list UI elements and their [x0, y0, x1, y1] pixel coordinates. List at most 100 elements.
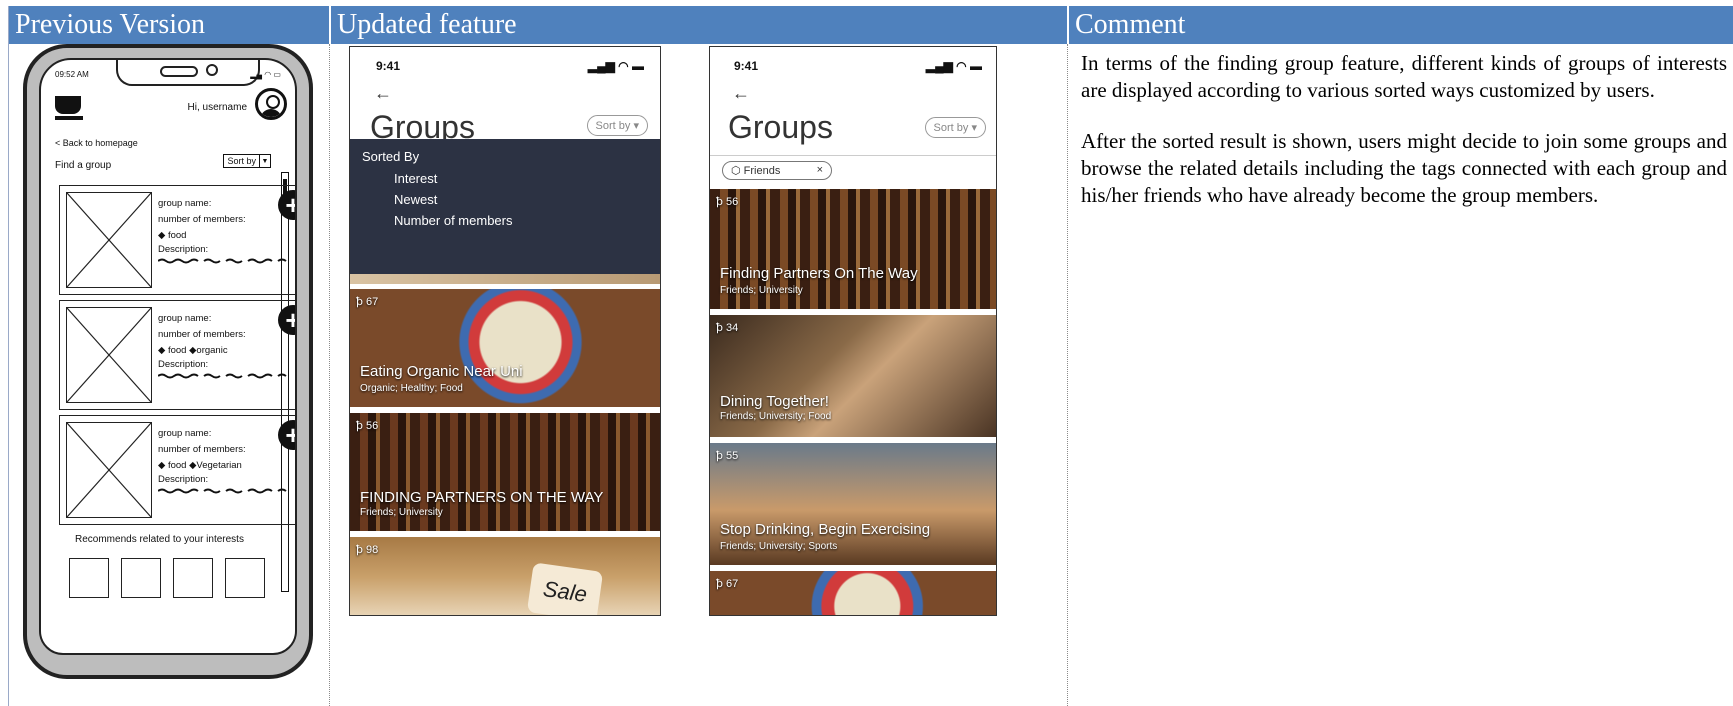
- group-card[interactable]: ꝥ 98 Sale: [350, 537, 660, 615]
- status-time: 9:41: [734, 59, 759, 73]
- dropdown-title: Sorted By: [362, 149, 420, 164]
- member-count: ꝥ 56: [716, 196, 739, 208]
- back-arrow-icon[interactable]: ←: [374, 83, 392, 104]
- tag-icon: ◆: [158, 230, 166, 241]
- sort-dropdown-menu: Sorted By Interest Newest Number of memb…: [350, 139, 660, 274]
- group-card[interactable]: + group name: number of members: ◆ food …: [59, 415, 295, 525]
- recommendation-thumbnail[interactable]: [225, 558, 265, 598]
- status-time: 9:41: [376, 59, 401, 73]
- description-label: Description:: [158, 359, 209, 370]
- member-count-label: number of members:: [158, 329, 246, 340]
- recommendation-thumbnail[interactable]: [173, 558, 213, 598]
- sort-option-members[interactable]: Number of members: [394, 213, 512, 228]
- column-divider: [1067, 44, 1068, 706]
- group-card[interactable]: ꝥ 56 Finding Partners On The Way Friends…: [710, 189, 996, 309]
- group-card[interactable]: ꝥ 55 Stop Drinking, Begin Exercising Fri…: [710, 443, 996, 565]
- group-card[interactable]: + group name: number of members: ◆ food …: [59, 300, 295, 410]
- group-tags: Friends; University; Food: [720, 411, 832, 422]
- tag-label: food: [167, 230, 187, 241]
- member-count: ꝥ 67: [716, 578, 739, 590]
- signal-wifi-battery-icon: ▂▄▆ ◠ ▬: [925, 59, 982, 73]
- avatar-icon[interactable]: [255, 88, 287, 120]
- tag-label: food: [167, 345, 187, 356]
- recommendation-thumbnail[interactable]: [69, 558, 109, 598]
- member-count-value: 67: [726, 578, 739, 590]
- scribble-text: [158, 488, 287, 494]
- member-count-value: 34: [726, 322, 739, 334]
- group-card[interactable]: ꝥ 67: [710, 571, 996, 615]
- sort-by-label: Sort by: [595, 120, 631, 132]
- column-divider: [329, 44, 330, 706]
- member-count-value: 56: [726, 196, 739, 208]
- chevron-down-icon: ▾: [971, 122, 977, 134]
- member-count: ꝥ 55: [716, 450, 739, 462]
- sort-by-select[interactable]: Sort by ▼: [223, 154, 271, 168]
- chevron-down-icon: ▾: [633, 120, 639, 132]
- image-placeholder-icon: [66, 307, 152, 403]
- add-group-button[interactable]: +: [278, 190, 295, 220]
- comment-cell: In terms of the finding group feature, d…: [1081, 50, 1727, 706]
- page-title: Groups: [728, 109, 833, 145]
- group-title: Dining Together!: [720, 393, 829, 410]
- tag-label: Vegetarian: [196, 460, 242, 471]
- sort-option-interest[interactable]: Interest: [394, 171, 437, 186]
- group-card[interactable]: ꝥ 67 Eating Organic Near Uni Organic; He…: [350, 289, 660, 407]
- signal-wifi-battery-icon: ▂▄ ◠ ▭: [250, 70, 281, 79]
- group-card[interactable]: ꝥ 56 FINDING PARTNERS ON THE WAY Friends…: [350, 413, 660, 531]
- header-comment: Comment: [1069, 6, 1733, 44]
- header-updated-feature: Updated feature: [331, 6, 1067, 44]
- group-title: Eating Organic Near Uni: [360, 363, 523, 380]
- member-count: ꝥ 98: [356, 544, 379, 556]
- add-group-button[interactable]: +: [278, 305, 295, 335]
- back-to-homepage-link[interactable]: < Back to homepage: [55, 138, 138, 148]
- comparison-table: Previous Version Updated feature Comment…: [8, 6, 1733, 706]
- scribble-text: [158, 258, 287, 264]
- recommendations-label: Recommends related to your interests: [75, 534, 244, 545]
- scribble-text: [158, 373, 287, 379]
- member-count: ꝥ 67: [356, 296, 379, 308]
- recommendation-thumbnail[interactable]: [121, 558, 161, 598]
- filter-chip-label: Friends: [743, 165, 781, 177]
- tag-icon: ◆: [158, 345, 166, 356]
- member-count-label: number of members:: [158, 444, 246, 455]
- group-title: FINDING PARTNERS ON THE WAY: [360, 489, 604, 506]
- image-placeholder-icon: [66, 422, 152, 518]
- comment-paragraph-1: In terms of the finding group feature, d…: [1081, 51, 1727, 102]
- tag-list: ◆ food ◆organic: [158, 345, 228, 356]
- group-name-label: group name:: [158, 428, 212, 439]
- tag-icon: ⬡: [731, 165, 741, 177]
- back-arrow-icon[interactable]: ←: [732, 83, 750, 104]
- group-name-label: group name:: [158, 198, 212, 209]
- description-label: Description:: [158, 474, 209, 485]
- close-icon[interactable]: ×: [817, 164, 823, 176]
- divider: [710, 155, 996, 156]
- sort-by-button[interactable]: Sort by ▾: [586, 115, 648, 136]
- sort-by-label: Sort by: [933, 122, 969, 134]
- add-group-button[interactable]: +: [278, 420, 295, 450]
- wireframe-screen: 09:52 AM ▂▄ ◠ ▭ Hi, username < Back to h…: [39, 58, 297, 655]
- sort-option-newest[interactable]: Newest: [394, 192, 437, 207]
- greeting-text: Hi, username: [187, 102, 247, 113]
- mockup-sorted-by-menu: 9:41 ▂▄▆ ◠ ▬ ← Groups Sort by ▾ Sorted B…: [349, 46, 661, 616]
- mockup-filtered-groups: 9:41 ▂▄▆ ◠ ▬ ← Groups Sort by ▾ ⬡ Friend…: [709, 46, 997, 616]
- group-title: Stop Drinking, Begin Exercising: [720, 521, 931, 538]
- group-title: Finding Partners On The Way: [720, 265, 918, 282]
- filter-chip-friends[interactable]: ⬡ Friends ×: [722, 161, 832, 180]
- member-count-value: 67: [366, 296, 379, 308]
- group-tags: Friends; University: [360, 507, 443, 518]
- partial-card: [350, 274, 660, 284]
- group-card[interactable]: ꝥ 34 Dining Together! Friends; Universit…: [710, 315, 996, 437]
- tag-label: food: [167, 460, 187, 471]
- group-card[interactable]: + group name: number of members: ◆ food …: [59, 185, 295, 295]
- tag-icon: ◆: [158, 460, 166, 471]
- member-count-value: 56: [366, 420, 379, 432]
- wireframe-phone: 09:52 AM ▂▄ ◠ ▭ Hi, username < Back to h…: [23, 44, 313, 679]
- group-tags: Friends; University: [720, 285, 803, 296]
- updated-feature-cell: 9:41 ▂▄▆ ◠ ▬ ← Groups Sort by ▾ Sorted B…: [331, 44, 1067, 706]
- member-count: ꝥ 56: [356, 420, 379, 432]
- coffee-saucer-icon: [55, 116, 83, 120]
- tag-label: organic: [196, 345, 228, 356]
- group-name-label: group name:: [158, 313, 212, 324]
- sort-by-button[interactable]: Sort by ▾: [924, 117, 986, 138]
- previous-version-cell: 09:52 AM ▂▄ ◠ ▭ Hi, username < Back to h…: [9, 44, 329, 706]
